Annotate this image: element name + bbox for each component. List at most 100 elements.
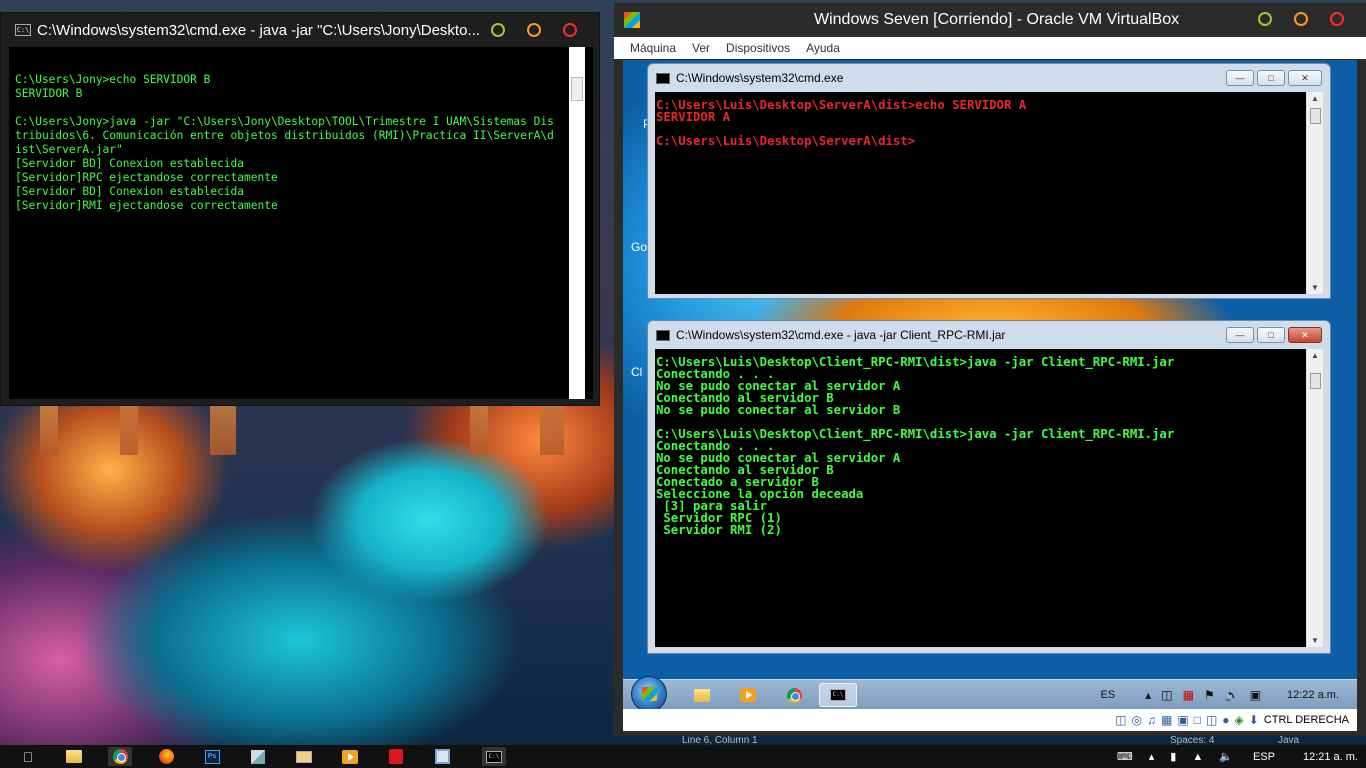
- maximize-button[interactable]: [527, 23, 541, 37]
- guest-cmd-title: C:\Windows\system32\cmd.exe - java -jar …: [676, 328, 1006, 342]
- minimize-button[interactable]: —: [1226, 327, 1254, 343]
- guest-cmd-console[interactable]: C:\Users\Luis\Desktop\ServerA\dist>echo …: [655, 92, 1323, 294]
- display-icon[interactable]: □: [1194, 713, 1201, 727]
- taskbar-explorer[interactable]: [683, 683, 721, 707]
- maximize-button[interactable]: □: [1257, 327, 1285, 343]
- console-line: [Servidor]RMI ejectandose correctamente: [15, 199, 278, 212]
- tray-arrow-icon[interactable]: ▴: [1145, 688, 1151, 702]
- chrome-icon: [786, 687, 802, 703]
- console-line: C:\Users\Luis\Desktop\ServerA\dist>: [656, 134, 916, 148]
- minimize-button[interactable]: —: [1226, 70, 1254, 86]
- hard-disk-icon[interactable]: ◫: [1115, 713, 1126, 727]
- folder-icon: [66, 750, 82, 763]
- taskbar-cmd[interactable]: C:\: [819, 683, 857, 707]
- taskbar-media-player[interactable]: [338, 747, 362, 766]
- taskbar-media-player[interactable]: [729, 683, 767, 707]
- taskbar-apple[interactable]: : [16, 747, 40, 766]
- vertical-scrollbar[interactable]: ▲ ▼: [1306, 92, 1323, 294]
- virtualbox-window[interactable]: Windows Seven [Corriendo] - Oracle VM Vi…: [614, 3, 1366, 736]
- taskbar-chrome[interactable]: [108, 747, 132, 766]
- tray-arrow-icon[interactable]: ▴: [1149, 750, 1155, 763]
- taskbar-cmd[interactable]: C:\: [482, 747, 506, 766]
- cmd-icon: C:\: [15, 24, 31, 36]
- shared-folders-icon[interactable]: ▣: [1177, 713, 1188, 727]
- host-language-indicator[interactable]: ESP: [1253, 751, 1275, 763]
- video-capture-icon[interactable]: ●: [1222, 713, 1229, 727]
- chrome-icon: [112, 749, 128, 764]
- taskbar-app-window[interactable]: [292, 747, 316, 766]
- action-center-icon[interactable]: ▣: [1250, 688, 1261, 702]
- optical-drive-icon[interactable]: ◎: [1132, 713, 1142, 727]
- menu-ver[interactable]: Ver: [692, 41, 710, 55]
- network-icon[interactable]: ▦: [1161, 713, 1172, 727]
- guest-cmd-window-a[interactable]: C:\Windows\system32\cmd.exe — □ ✕ C:\Use…: [647, 63, 1331, 299]
- scroll-up-icon[interactable]: ▲: [1311, 94, 1319, 103]
- network-error-icon[interactable]: ▦: [1183, 688, 1194, 702]
- vertical-scrollbar[interactable]: ▲ ▼: [1306, 349, 1323, 647]
- guest-clock[interactable]: 12:22 a.m.: [1287, 689, 1339, 701]
- virtualbox-titlebar[interactable]: Windows Seven [Corriendo] - Oracle VM Vi…: [614, 3, 1366, 37]
- photoshop-icon: Ps: [204, 749, 220, 764]
- host-taskbar:  Ps C:\ ⌨ ▴ ▮ ▲ 🔈 ESP 12:21 a. m.: [0, 745, 1366, 768]
- battery-icon[interactable]: ▮: [1170, 750, 1176, 763]
- taskbar-firefox[interactable]: [154, 747, 178, 766]
- taskbar-virtualbox[interactable]: [430, 747, 454, 766]
- console-line: ist\ServerA.jar": [15, 143, 123, 156]
- cmd-icon: [656, 72, 670, 84]
- keyboard-icon[interactable]: ⌨: [1117, 750, 1133, 763]
- scroll-down-icon[interactable]: ▼: [1311, 283, 1319, 292]
- host-cmd-window[interactable]: C:\ C:\Windows\system32\cmd.exe - java -…: [0, 12, 600, 406]
- start-button[interactable]: [631, 676, 667, 709]
- scrollbar-thumb[interactable]: [1310, 373, 1321, 389]
- maximize-button[interactable]: □: [1257, 70, 1285, 86]
- mouse-integration-icon[interactable]: ◈: [1235, 713, 1244, 727]
- host-key-icon[interactable]: ⬇: [1249, 713, 1259, 727]
- wifi-icon[interactable]: ▲: [1192, 751, 1203, 763]
- console-output: C:\Users\Jony>echo SERVIDOR B SERVIDOR B …: [15, 73, 554, 213]
- close-button[interactable]: ✕: [1288, 327, 1322, 343]
- menu-dispositivos[interactable]: Dispositivos: [726, 41, 790, 55]
- menu-ayuda[interactable]: Ayuda: [806, 41, 840, 55]
- usb-icon[interactable]: ◫: [1206, 713, 1217, 727]
- close-button[interactable]: ✕: [1288, 70, 1322, 86]
- taskbar-acrobat[interactable]: [384, 747, 408, 766]
- close-button[interactable]: [563, 23, 577, 37]
- media-player-icon: [342, 749, 358, 764]
- virtualbox-icon: [434, 749, 450, 764]
- maximize-button[interactable]: [1294, 12, 1308, 26]
- virtualbox-title: Windows Seven [Corriendo] - Oracle VM Vi…: [814, 11, 1180, 28]
- scrollbar-thumb[interactable]: [1310, 108, 1321, 124]
- console-output: C:\Users\Luis\Desktop\ServerA\dist>echo …: [656, 99, 1026, 147]
- host-system-tray: ⌨ ▴ ▮ ▲ 🔈 ESP 12:21 a. m.: [1101, 745, 1358, 768]
- close-button[interactable]: [1330, 12, 1344, 26]
- scrollbar-thumb[interactable]: [571, 77, 583, 101]
- taskbar-photoshop[interactable]: Ps: [200, 747, 224, 766]
- firefox-icon: [158, 749, 174, 764]
- vertical-scrollbar[interactable]: [569, 47, 585, 399]
- guest-screen[interactable]: P Go Cl C:\Windows\system32\cmd.exe — □ …: [623, 60, 1357, 709]
- language-indicator[interactable]: ES: [1101, 689, 1116, 701]
- cmd-icon: C:\: [486, 750, 502, 763]
- guest-cmd-console[interactable]: C:\Users\Luis\Desktop\Client_RPC-RMI\dis…: [655, 349, 1323, 647]
- taskbar-explorer[interactable]: [62, 747, 86, 766]
- guest-desktop-label: Go: [631, 240, 648, 254]
- host-clock[interactable]: 12:21 a. m.: [1303, 751, 1358, 763]
- console-line: Servidor RMI (2): [656, 523, 782, 537]
- volume-icon[interactable]: 🔈: [1225, 688, 1240, 702]
- console-line: C:\Users\Jony>java -jar "C:\Users\Jony\D…: [15, 115, 554, 128]
- host-cmd-console[interactable]: C:\Users\Jony>echo SERVIDOR B SERVIDOR B …: [9, 47, 593, 399]
- guest-desktop-label: Cl: [631, 365, 643, 379]
- flag-icon[interactable]: ⚑: [1204, 688, 1215, 702]
- scroll-up-icon[interactable]: ▲: [1311, 351, 1319, 360]
- audio-icon[interactable]: ♫: [1147, 713, 1156, 727]
- minimize-button[interactable]: [491, 23, 505, 37]
- volume-icon[interactable]: 🔈: [1219, 750, 1233, 763]
- taskbar-app-cube[interactable]: [246, 747, 270, 766]
- scroll-down-icon[interactable]: ▼: [1311, 636, 1319, 645]
- guest-cmd-window-b[interactable]: C:\Windows\system32\cmd.exe - java -jar …: [647, 320, 1331, 654]
- host-cmd-titlebar[interactable]: C:\ C:\Windows\system32\cmd.exe - java -…: [1, 13, 599, 47]
- usb-icon[interactable]: ◫: [1161, 688, 1172, 702]
- menu-maquina[interactable]: Máquina: [630, 41, 676, 55]
- minimize-button[interactable]: [1258, 12, 1272, 26]
- taskbar-chrome[interactable]: [775, 683, 813, 707]
